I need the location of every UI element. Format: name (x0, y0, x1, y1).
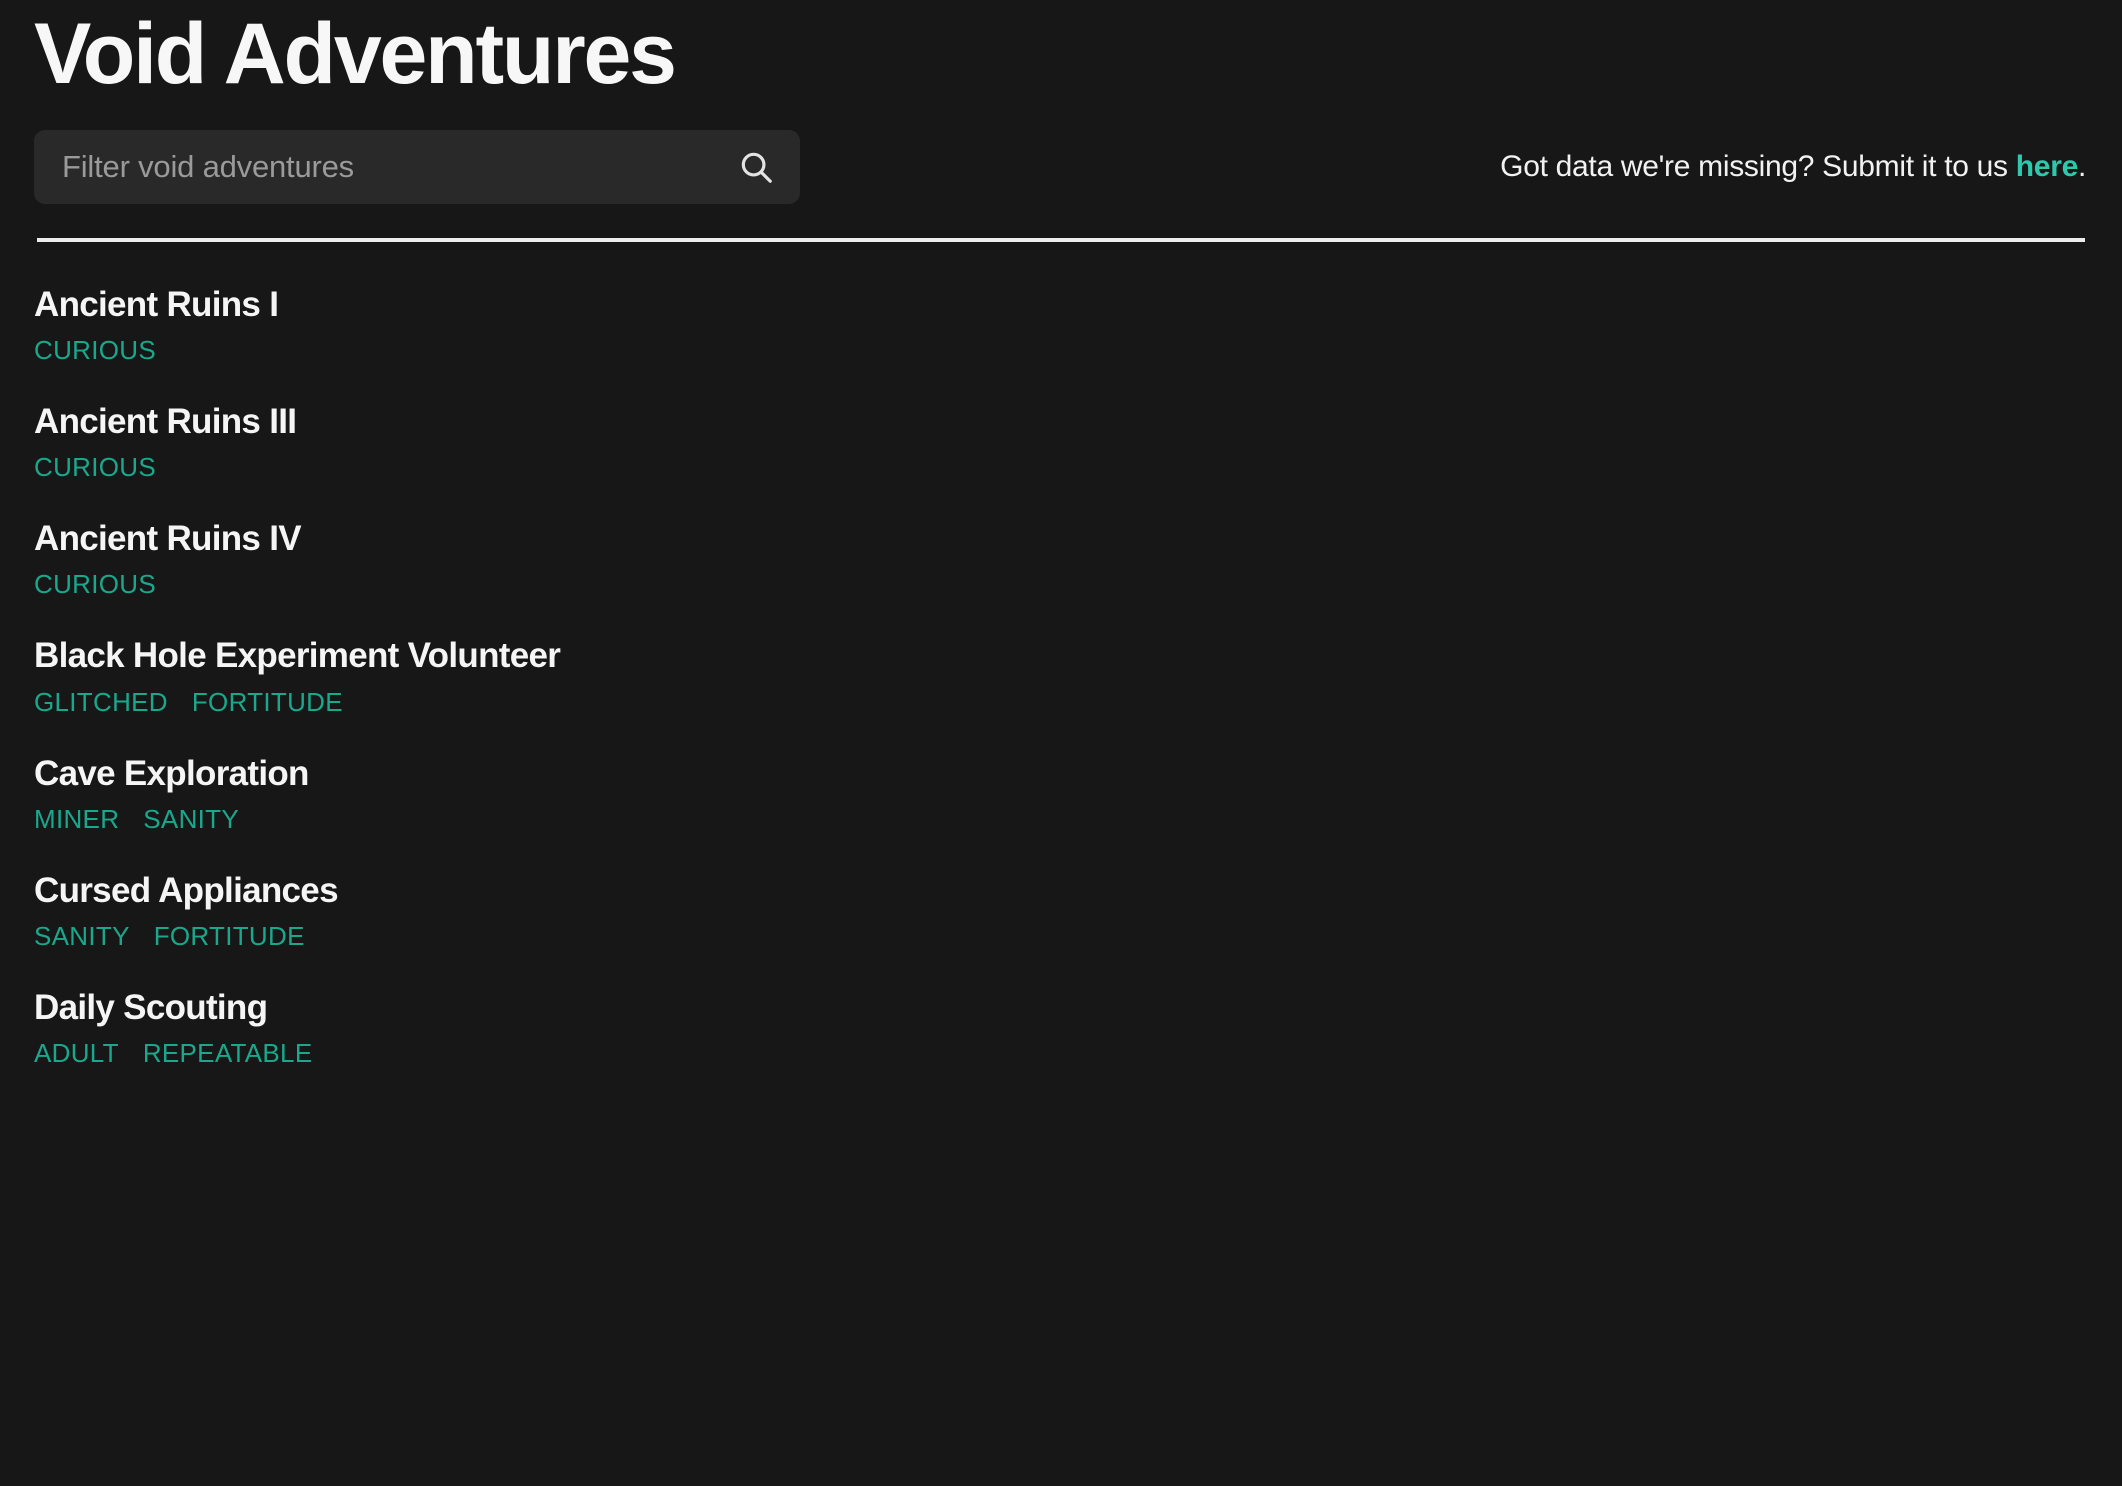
adventure-tag-row: MINER SANITY (34, 803, 2088, 835)
adventure-list-item[interactable]: Cave Exploration MINER SANITY (34, 718, 2088, 835)
adventure-tag-row: CURIOUS (34, 334, 2088, 366)
adventure-name: Cursed Appliances (34, 870, 339, 910)
adventure-tag-row: SANITY FORTITUDE (34, 920, 2088, 952)
header-controls-row: Got data we're missing? Submit it to us … (34, 129, 2088, 205)
adventure-tag: MINER (34, 803, 120, 834)
submit-data-note: Got data we're missing? Submit it to us … (1500, 149, 2088, 183)
adventure-list-item[interactable]: Cursed Appliances SANITY FORTITUDE (34, 835, 2088, 952)
adventure-list-item[interactable]: Black Hole Experiment Volunteer GLITCHED F… (34, 600, 2088, 717)
search-box[interactable] (34, 129, 800, 204)
page-title: Void Adventures (34, 6, 677, 102)
adventure-tag-row: CURIOUS (34, 568, 2088, 600)
adventure-tag: GLITCHED (34, 686, 168, 717)
adventure-tag: CURIOUS (34, 452, 156, 483)
adventure-tag: FORTITUDE (153, 921, 305, 951)
adventure-list-item[interactable]: Daily Scouting ADULT REPEATABLE (34, 952, 2088, 1069)
adventure-name: Cave Exploration (34, 753, 309, 793)
adventure-tag: SANITY (34, 921, 130, 951)
page-root: Void Adventures Got data we're missing? … (0, 0, 2122, 1486)
adventure-tag-row: CURIOUS (34, 451, 2088, 483)
adventure-tag: REPEATABLE (142, 1038, 313, 1069)
header-divider (37, 237, 2085, 242)
adventure-tag-row: ADULT REPEATABLE (34, 1037, 2088, 1069)
submit-note-text-before: Got data we're missing? Submit it to us (1500, 149, 2016, 183)
adventure-list: Ancient Ruins I CURIOUS Ancient Ruins III C… (34, 250, 2088, 1069)
adventure-name: Daily Scouting (34, 988, 268, 1027)
adventure-name: Ancient Ruins IV (34, 519, 302, 559)
adventure-name: Ancient Ruins III (34, 402, 297, 442)
submit-note-text-after: . (2077, 149, 2086, 183)
adventure-list-item[interactable]: Ancient Ruins III CURIOUS (34, 366, 2088, 483)
adventure-tag: FORTITUDE (191, 686, 343, 717)
adventure-list-item[interactable]: Ancient Ruins IV CURIOUS (34, 483, 2088, 600)
adventure-name: Black Hole Experiment Volunteer (34, 636, 561, 676)
adventure-tag: ADULT (34, 1038, 119, 1069)
adventure-tag-row: GLITCHED FORTITUDE (34, 686, 2088, 718)
adventure-tag: CURIOUS (34, 569, 156, 600)
submit-data-link[interactable]: here (2016, 150, 2078, 183)
adventure-tag: CURIOUS (34, 335, 156, 366)
adventure-tag: SANITY (143, 803, 239, 834)
search-input[interactable] (62, 129, 722, 204)
search-icon[interactable] (734, 145, 778, 189)
adventure-name: Ancient Ruins I (34, 284, 279, 324)
adventure-list-item[interactable]: Ancient Ruins I CURIOUS (34, 250, 2088, 366)
